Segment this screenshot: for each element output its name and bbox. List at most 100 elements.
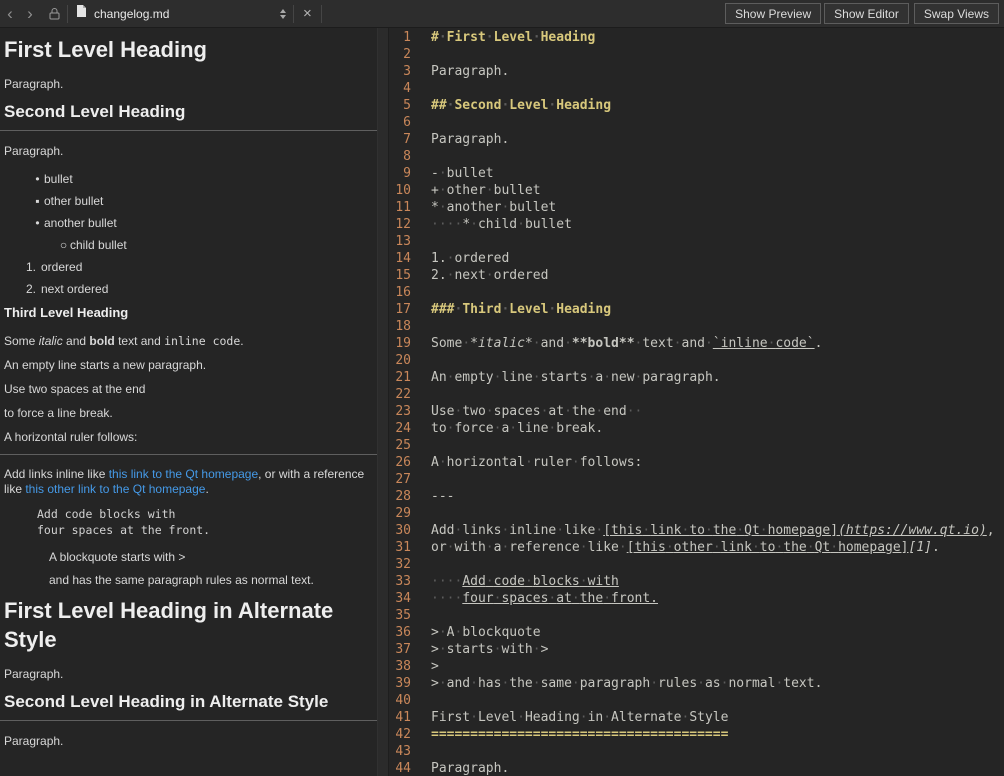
preview-link[interactable]: this other link to the Qt homepage <box>25 482 205 496</box>
editor-line[interactable]: 141.·ordered <box>389 250 1004 267</box>
editor-line[interactable]: 18 <box>389 318 1004 335</box>
line-number: 19 <box>389 335 411 352</box>
editor-line-content: 1.·ordered <box>411 250 509 267</box>
editor-line[interactable]: 19Some·*italic*·and·**bold**·text·and·`i… <box>389 335 1004 352</box>
editor-line[interactable]: 17###·Third·Level·Heading <box>389 301 1004 318</box>
editor-line[interactable]: 12····*·child·bullet <box>389 216 1004 233</box>
list-marker: 2. <box>20 278 36 300</box>
editor-line-content <box>411 437 431 454</box>
whitespace-dot: · <box>431 574 439 589</box>
editor-line[interactable]: 34····four·spaces·at·the·front. <box>389 590 1004 607</box>
whitespace-dot: · <box>470 710 478 725</box>
preview-blockquote: A blockquote starts with >and has the sa… <box>4 550 371 588</box>
editor-line[interactable]: 3Paragraph. <box>389 63 1004 80</box>
editor-line[interactable]: 8 <box>389 148 1004 165</box>
editor-line-content <box>411 46 431 63</box>
document-tab[interactable]: changelog.md <box>68 0 273 28</box>
editor-line[interactable]: 13 <box>389 233 1004 250</box>
whitespace-dot: · <box>705 336 713 351</box>
editor-line-content: +·other·bullet <box>411 182 541 199</box>
editor-line[interactable]: 29 <box>389 505 1004 522</box>
code-token-t: A·horizontal·ruler·follows: <box>431 455 642 470</box>
editor-line[interactable]: 21An·empty·line·starts·a·new·paragraph. <box>389 369 1004 386</box>
editor-line-content: to·force·a·line·break. <box>411 420 603 437</box>
whitespace-dot: · <box>439 455 447 470</box>
editor-line[interactable]: 30Add·links·inline·like·[this·link·to·th… <box>389 522 1004 539</box>
editor-line[interactable]: 152.·next·ordered <box>389 267 1004 284</box>
forward-button[interactable]: › <box>20 1 40 27</box>
editor-line[interactable]: 40 <box>389 692 1004 709</box>
whitespace-dot: · <box>494 421 502 436</box>
line-number: 42 <box>389 726 411 743</box>
editor-line[interactable]: 10+·other·bullet <box>389 182 1004 199</box>
editor-line[interactable]: 11*·another·bullet <box>389 199 1004 216</box>
code-token-t: . <box>815 336 823 351</box>
editor-line[interactable]: 28--- <box>389 488 1004 505</box>
whitespace-dot: · <box>807 540 815 555</box>
whitespace-dot: · <box>431 591 439 606</box>
editor-line[interactable]: 43 <box>389 743 1004 760</box>
code-line: Add code blocks with <box>4 506 371 522</box>
editor-line[interactable]: 38> <box>389 658 1004 675</box>
preview-scrollbar[interactable] <box>377 28 389 776</box>
editor-line[interactable]: 20 <box>389 352 1004 369</box>
line-number: 41 <box>389 709 411 726</box>
preview-paragraph: Some italic and bold text and inline cod… <box>4 334 371 349</box>
editor-line[interactable]: 32 <box>389 556 1004 573</box>
editor-line[interactable]: 24to·force·a·line·break. <box>389 420 1004 437</box>
editor-line[interactable]: 2 <box>389 46 1004 63</box>
code-token-h: #·First·Level·Heading <box>431 30 595 45</box>
preview-heading: First Level Heading <box>4 35 371 64</box>
whitespace-dot: · <box>830 540 838 555</box>
editor-line[interactable]: 39>·and·has·the·same·paragraph·rules·as·… <box>389 675 1004 692</box>
whitespace-dot: · <box>454 404 462 419</box>
editor-line[interactable]: 23Use·two·spaces·at·the·end·· <box>389 403 1004 420</box>
whitespace-dot: · <box>721 676 729 691</box>
close-icon[interactable]: × <box>294 0 321 28</box>
editor-line[interactable]: 4 <box>389 80 1004 97</box>
whitespace-dot: · <box>486 183 494 198</box>
preview-link[interactable]: this link to the Qt homepage <box>109 467 258 481</box>
document-dropdown-icon[interactable] <box>273 0 293 28</box>
editor-line[interactable]: 25 <box>389 437 1004 454</box>
editor-line[interactable]: 6 <box>389 114 1004 131</box>
blockquote-line: A blockquote starts with > <box>4 550 371 565</box>
line-number: 11 <box>389 199 411 216</box>
editor-line[interactable]: 35 <box>389 607 1004 624</box>
editor-line[interactable]: 27 <box>389 471 1004 488</box>
code-token-t: 1.·ordered <box>431 251 509 266</box>
editor-line[interactable]: 1#·First·Level·Heading <box>389 29 1004 46</box>
editor-line[interactable]: 31or·with·a·reference·like·[this·other·l… <box>389 539 1004 556</box>
whitespace-dot: · <box>627 404 635 419</box>
editor-line[interactable]: 7Paragraph. <box>389 131 1004 148</box>
whitespace-dot: · <box>517 710 525 725</box>
back-button[interactable]: ‹ <box>0 1 20 27</box>
list-marker: ▪ <box>31 190 44 212</box>
line-number: 18 <box>389 318 411 335</box>
whitespace-dot: · <box>572 591 580 606</box>
editor-line[interactable]: 26A·horizontal·ruler·follows: <box>389 454 1004 471</box>
editor-line[interactable]: 22 <box>389 386 1004 403</box>
editor-line[interactable]: 37>·starts·with·> <box>389 641 1004 658</box>
code-token-cb: four·spaces·at·the·front. <box>462 591 658 606</box>
show-editor-button[interactable]: Show Editor <box>824 3 909 24</box>
editor-line[interactable]: 42====================================== <box>389 726 1004 743</box>
editor-line[interactable]: 33····Add·code·blocks·with <box>389 573 1004 590</box>
line-number: 7 <box>389 131 411 148</box>
swap-views-button[interactable]: Swap Views <box>914 3 999 24</box>
preview-paragraph: A horizontal ruler follows: <box>4 430 371 445</box>
editor-line[interactable]: 41First·Level·Heading·in·Alternate·Style <box>389 709 1004 726</box>
preview-text-segment: . <box>240 334 243 348</box>
editor-line[interactable]: 5##·Second·Level·Heading <box>389 97 1004 114</box>
editor-line[interactable]: 36>·A·blockquote <box>389 624 1004 641</box>
line-number: 9 <box>389 165 411 182</box>
line-number: 29 <box>389 505 411 522</box>
code-token-t: --- <box>431 489 454 504</box>
show-preview-button[interactable]: Show Preview <box>725 3 821 24</box>
editor-line-content: A·horizontal·ruler·follows: <box>411 454 642 471</box>
editor-line[interactable]: 16 <box>389 284 1004 301</box>
editor-line[interactable]: 9-·bullet <box>389 165 1004 182</box>
editor-line[interactable]: 44Paragraph. <box>389 760 1004 776</box>
code-token-t: to·force·a·line·break. <box>431 421 603 436</box>
markdown-editor-pane[interactable]: 1#·First·Level·Heading23Paragraph.45##·S… <box>389 28 1004 776</box>
